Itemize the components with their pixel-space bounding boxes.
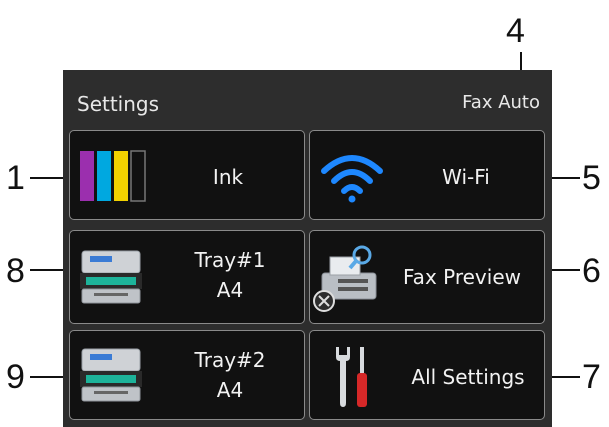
fax-preview-label: Fax Preview xyxy=(403,265,521,289)
callout-8: 8 xyxy=(6,252,25,290)
callout-5: 5 xyxy=(582,159,601,197)
all-settings-label: All Settings xyxy=(411,365,525,389)
tray2-size: A4 xyxy=(216,378,244,402)
ink-label: Ink xyxy=(212,165,244,189)
tray1-button[interactable]: Tray#1 A4 xyxy=(69,230,305,324)
wifi-icon xyxy=(321,155,383,203)
printer-tray-icon xyxy=(80,250,142,304)
wifi-button[interactable]: Wi-Fi xyxy=(309,130,545,220)
lcd-screen: Settings Fax Auto Ink Wi-Fi Tray#1 A4 Fa… xyxy=(63,70,552,427)
callout-4: 4 xyxy=(506,12,525,50)
screen-title: Settings xyxy=(77,92,160,116)
wifi-label: Wi-Fi xyxy=(442,165,490,189)
callout-1: 1 xyxy=(6,159,25,197)
tray2-name: Tray#2 xyxy=(194,348,266,372)
fax-preview-icon xyxy=(313,245,377,312)
tray1-size: A4 xyxy=(216,278,244,302)
fax-mode-status: Fax Auto xyxy=(462,92,540,113)
callout-7: 7 xyxy=(582,358,601,396)
tools-icon xyxy=(336,347,367,407)
tray2-button[interactable]: Tray#2 A4 xyxy=(69,330,305,420)
fax-preview-button[interactable]: Fax Preview xyxy=(309,230,545,324)
printer-tray-icon xyxy=(80,348,142,402)
ink-cartridges-icon xyxy=(80,150,146,202)
tray1-name: Tray#1 xyxy=(194,248,266,272)
all-settings-button[interactable]: All Settings xyxy=(309,330,545,420)
callout-9: 9 xyxy=(6,358,25,396)
callout-6: 6 xyxy=(582,252,601,290)
ink-button[interactable]: Ink xyxy=(69,130,305,220)
tray2-label: Tray#2 A4 xyxy=(170,345,290,405)
tray1-label: Tray#1 A4 xyxy=(170,245,290,305)
